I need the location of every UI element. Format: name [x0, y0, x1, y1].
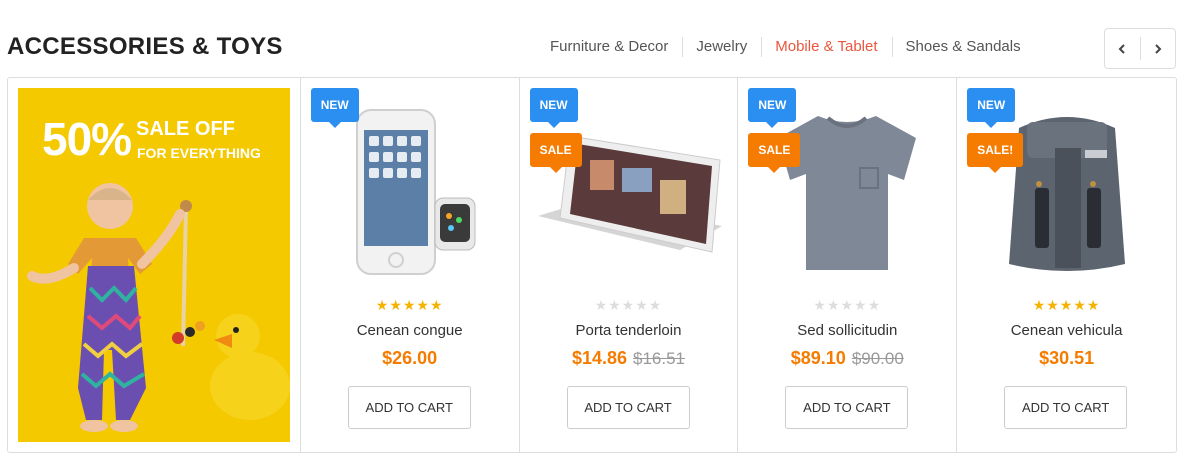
product-price: $30.51 [1039, 348, 1095, 368]
product-card: NEW ★★★★★ Cenean congue $26.00 ADD TO CA… [301, 78, 520, 452]
product-price: $14.86 [571, 348, 627, 368]
banner-sale-text: SALE OFF [136, 118, 235, 140]
product-card: NEW SALE! ★★★★★ Cenean vehicula $30.51 A… [957, 78, 1176, 452]
new-badge: NEW [748, 88, 797, 128]
chevron-left-icon [1118, 43, 1125, 54]
sale-badge: SALE [748, 133, 801, 173]
category-tabs: Furniture & Decor Jewelry Mobile & Table… [536, 37, 1035, 57]
tab-shoes-sandals[interactable]: Shoes & Sandals [891, 37, 1035, 57]
tab-mobile-tablet[interactable]: Mobile & Tablet [761, 37, 891, 57]
product-grid: 50% SALE OFF FOR EVERYTHING NEW ★★★★★ Ce… [7, 77, 1177, 453]
product-price: $89.10 [790, 348, 846, 368]
product-price-row: $89.10 $90.00 [738, 348, 956, 369]
product-name[interactable]: Porta tenderloin [520, 322, 738, 339]
banner-subtext: FOR EVERYTHING [137, 145, 261, 161]
add-to-cart-button[interactable]: ADD TO CART [347, 386, 471, 429]
new-badge: NEW [529, 88, 578, 128]
product-name[interactable]: Sed sollicitudin [738, 322, 956, 339]
add-to-cart-button[interactable]: ADD TO CART [1004, 386, 1128, 429]
tab-jewelry[interactable]: Jewelry [682, 37, 761, 57]
rating-stars: ★★★★★ [375, 297, 444, 313]
chevron-right-icon [1155, 43, 1162, 54]
promo-banner[interactable]: 50% SALE OFF FOR EVERYTHING [18, 88, 290, 442]
banner-percent: 50% [42, 113, 132, 165]
promo-banner-cell: 50% SALE OFF FOR EVERYTHING [8, 78, 301, 452]
sale-badge: SALE [529, 133, 582, 173]
product-old-price: $90.00 [851, 349, 904, 368]
section-title: ACCESSORIES & TOYS [7, 33, 283, 60]
add-to-cart-button[interactable]: ADD TO CART [785, 386, 909, 429]
rating-stars: ★★★★★ [813, 297, 882, 313]
carousel-nav [1104, 28, 1176, 69]
product-old-price: $16.51 [633, 349, 685, 368]
product-card: NEW SALE ★★★★★ Sed sollicitudin $89.10 $9… [738, 78, 958, 452]
product-price-row: $14.86 $16.51 [520, 348, 738, 369]
new-badge: NEW [310, 88, 359, 128]
add-to-cart-button[interactable]: ADD TO CART [566, 386, 690, 429]
sale-badge: SALE! [967, 133, 1024, 173]
product-price-row: $30.51 [957, 348, 1176, 369]
product-card: NEW SALE ★★★★★ Porta tenderloin $14.86 $1… [520, 78, 739, 452]
rating-stars: ★★★★★ [594, 297, 663, 313]
prev-button[interactable] [1105, 29, 1140, 68]
next-button[interactable] [1140, 29, 1175, 68]
product-price: $26.00 [382, 348, 438, 368]
rating-stars: ★★★★★ [1032, 297, 1101, 313]
product-price-row: $26.00 [301, 348, 519, 369]
product-name[interactable]: Cenean vehicula [957, 322, 1176, 339]
new-badge: NEW [967, 88, 1016, 128]
tab-furniture-decor[interactable]: Furniture & Decor [536, 37, 682, 57]
product-name[interactable]: Cenean congue [301, 322, 519, 339]
